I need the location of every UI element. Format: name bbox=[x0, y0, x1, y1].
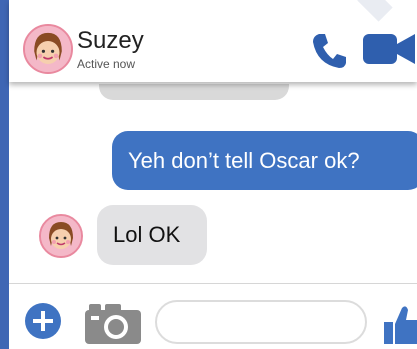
contact-avatar bbox=[39, 214, 83, 258]
contact-name: Suzey bbox=[77, 27, 144, 54]
outgoing-message-text: Yeh don’t tell Oscar ok? bbox=[128, 147, 360, 173]
phone-icon[interactable] bbox=[309, 30, 349, 70]
chat-header: Suzey Active now bbox=[9, 0, 417, 82]
add-icon[interactable] bbox=[24, 302, 62, 340]
header-avatar[interactable] bbox=[23, 24, 73, 74]
composer-divider bbox=[9, 283, 417, 284]
previous-message-bubble bbox=[99, 84, 289, 100]
girl-avatar-icon bbox=[25, 26, 71, 72]
incoming-message: Lol OK bbox=[97, 205, 207, 265]
like-icon[interactable] bbox=[382, 302, 417, 346]
incoming-message-text: Lol OK bbox=[113, 222, 181, 247]
contact-status: Active now bbox=[77, 57, 136, 71]
girl-avatar-icon bbox=[41, 216, 81, 256]
camera-icon[interactable] bbox=[83, 300, 143, 346]
frame-background bbox=[0, 0, 9, 349]
outgoing-message: Yeh don’t tell Oscar ok? bbox=[112, 131, 417, 190]
video-camera-icon[interactable] bbox=[361, 30, 417, 68]
message-input[interactable] bbox=[155, 300, 367, 344]
